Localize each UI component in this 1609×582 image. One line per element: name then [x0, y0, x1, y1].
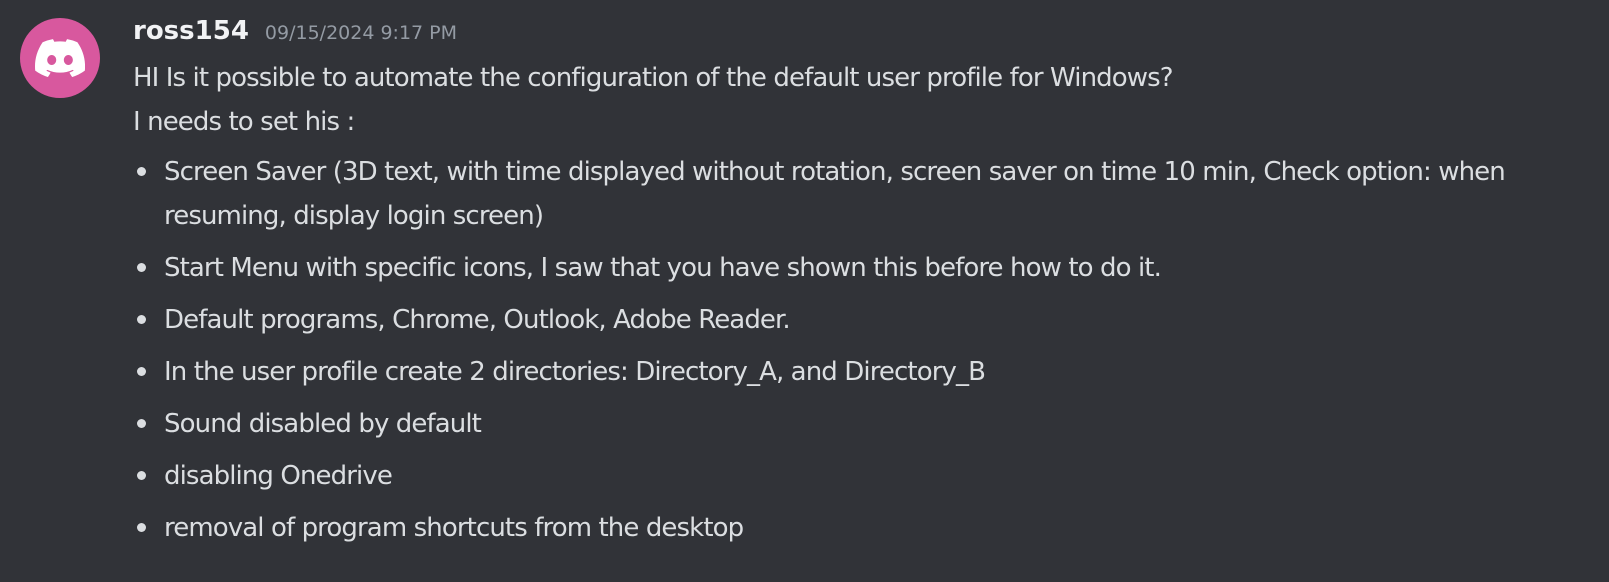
list-item: removal of program shortcuts from the de…	[133, 506, 1589, 550]
list-item: disabling Onedrive	[133, 454, 1589, 498]
message-line: I needs to set his :	[133, 107, 355, 137]
list-item: Start Menu with specific icons, I saw th…	[133, 246, 1589, 290]
list-item-text: Screen Saver (3D text, with time display…	[164, 157, 1506, 231]
bullet-icon	[137, 367, 146, 376]
list-item: In the user profile create 2 directories…	[133, 350, 1589, 394]
bullet-icon	[137, 315, 146, 324]
list-item-text: Start Menu with specific icons, I saw th…	[164, 253, 1162, 283]
list-item-text: removal of program shortcuts from the de…	[164, 513, 744, 543]
bullet-icon	[137, 523, 146, 532]
discord-logo-icon	[35, 39, 85, 77]
bullet-icon	[137, 167, 146, 176]
avatar[interactable]	[20, 18, 100, 98]
timestamp[interactable]: 09/15/2024 9:17 PM	[265, 22, 457, 44]
list-item: Screen Saver (3D text, with time display…	[133, 150, 1589, 238]
bullet-icon	[137, 419, 146, 428]
list-item-text: Default programs, Chrome, Outlook, Adobe…	[164, 305, 791, 335]
list-item: Sound disabled by default	[133, 402, 1589, 446]
bullet-list: Screen Saver (3D text, with time display…	[133, 150, 1589, 550]
list-item-text: disabling Onedrive	[164, 461, 393, 491]
list-item-text: In the user profile create 2 directories…	[164, 357, 986, 387]
message-content: ross154 09/15/2024 9:17 PM HI Is it poss…	[133, 16, 1589, 558]
chat-message: ross154 09/15/2024 9:17 PM HI Is it poss…	[0, 0, 1609, 582]
bullet-icon	[137, 471, 146, 480]
message-header: ross154 09/15/2024 9:17 PM	[133, 16, 1589, 56]
username[interactable]: ross154	[133, 16, 249, 46]
bullet-icon	[137, 263, 146, 272]
message-line: HI Is it possible to automate the config…	[133, 63, 1174, 93]
list-item: Default programs, Chrome, Outlook, Adobe…	[133, 298, 1589, 342]
list-item-text: Sound disabled by default	[164, 409, 482, 439]
